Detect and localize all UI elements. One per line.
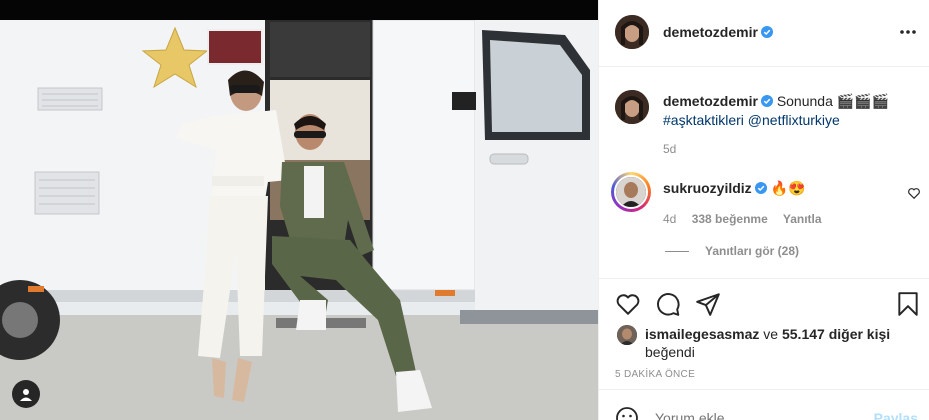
caption-avatar[interactable] (615, 90, 649, 124)
verified-badge-icon (754, 182, 767, 194)
caption-username[interactable]: demetozdemir (663, 93, 758, 109)
comment-reply-button[interactable]: Yanıtla (783, 212, 822, 226)
user-tag-button[interactable] (12, 380, 40, 408)
view-replies-label: Yanıtları gör (28) (705, 244, 800, 258)
commenter-username[interactable]: sukruozyildiz (663, 180, 752, 196)
author-username[interactable]: demetozdemir (663, 24, 773, 40)
liker-username[interactable]: ismailegesasmaz (645, 326, 759, 342)
comment-time[interactable]: 4d (663, 212, 676, 226)
emoji-icon[interactable] (615, 406, 639, 420)
avatar-image (615, 90, 649, 124)
comment-text: 🔥😍 (770, 180, 806, 196)
avatar-image (617, 325, 637, 345)
post-side-panel: demetozdemir demetozdemir Sonunda 🎬🎬🎬 #a… (598, 0, 929, 420)
liked-by-connector: ve (759, 326, 782, 342)
comment-input[interactable] (655, 410, 855, 420)
comment-bubble-icon[interactable] (655, 291, 681, 317)
avatar-image (616, 177, 646, 207)
post-actions: ismailegesasmaz ve 55.147 diğer kişi beğ… (599, 278, 929, 420)
author-username-text[interactable]: demetozdemir (663, 24, 758, 40)
add-comment-bar: Paylaş (599, 389, 929, 420)
photo-top-band (0, 0, 598, 20)
avatar-image (615, 15, 649, 49)
paper-plane-icon[interactable] (695, 291, 721, 317)
bookmark-icon[interactable] (895, 291, 921, 317)
post-header: demetozdemir (599, 0, 929, 67)
commenter-avatar[interactable] (614, 175, 648, 209)
comment-meta: 4d 338 beğenme Yanıtla (663, 212, 834, 226)
caption-tags[interactable]: #aşktaktikleri @netflixturkiye (663, 112, 840, 128)
posted-time[interactable]: 5 DAKİKA ÖNCE (615, 369, 695, 380)
liked-by-text: ismailegesasmaz ve 55.147 diğer kişi beğ… (645, 325, 915, 361)
more-horizontal-icon[interactable] (898, 24, 918, 40)
post-image (0, 20, 598, 420)
heart-icon[interactable] (615, 291, 641, 317)
view-replies-button[interactable]: Yanıtları gör (28) (665, 244, 799, 258)
comment-body: sukruozyildiz 🔥😍 (663, 180, 883, 197)
author-avatar[interactable] (615, 15, 649, 49)
replies-divider (665, 250, 689, 252)
ground (0, 315, 598, 420)
post-photo[interactable] (0, 0, 598, 420)
verified-badge-icon (760, 26, 773, 38)
caption-body: demetozdemir Sonunda 🎬🎬🎬 #aşktaktikleri … (663, 92, 913, 130)
user-tag-icon (20, 389, 32, 401)
liker-avatar[interactable] (617, 325, 637, 345)
liked-by-suffix: beğendi (645, 344, 695, 360)
likes-count[interactable]: 55.147 diğer kişi (782, 326, 890, 342)
name-sign (207, 29, 263, 65)
caption-time[interactable]: 5d (663, 142, 676, 156)
post-comment-button[interactable]: Paylaş (874, 410, 918, 420)
caption-text: Sonunda 🎬🎬🎬 (776, 93, 890, 109)
comment-likes[interactable]: 338 beğenme (692, 212, 768, 226)
verified-badge-icon (760, 95, 773, 107)
heart-icon[interactable] (907, 186, 921, 200)
